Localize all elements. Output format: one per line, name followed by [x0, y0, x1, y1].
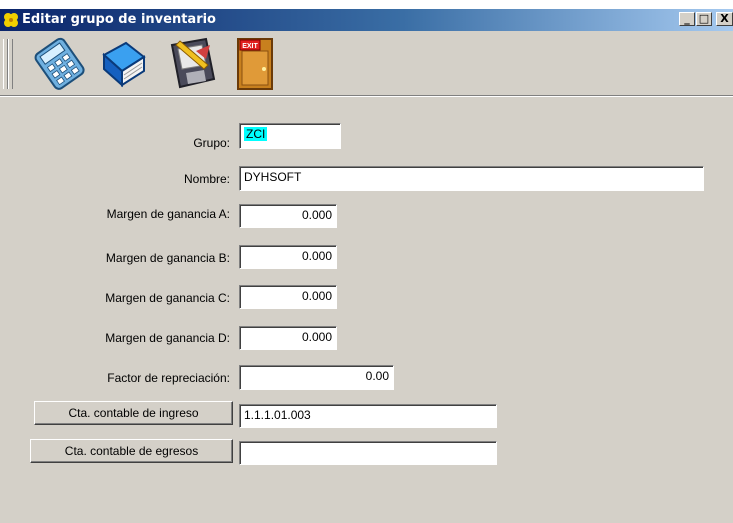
cta-ingreso-button[interactable]: Cta. contable de ingreso [34, 401, 233, 425]
nombre-field[interactable]: DYHSOFT [239, 166, 704, 191]
save-button[interactable] [166, 35, 220, 91]
maximize-button[interactable]: □ [696, 12, 712, 26]
margen-b-field[interactable]: 0.000 [239, 245, 337, 269]
margen-d-label: Margen de ganancia D: [105, 331, 230, 345]
minimize-button[interactable]: _ [679, 12, 695, 26]
toolbar-grip-secondary[interactable] [8, 39, 13, 89]
cta-egresos-field[interactable] [239, 441, 497, 465]
factor-field[interactable]: 0.00 [239, 365, 394, 390]
cta-ingreso-field[interactable]: 1.1.1.01.003 [239, 404, 497, 428]
margen-a-label: Margen de ganancia A: [106, 207, 230, 221]
clover-app-icon [2, 11, 20, 29]
margen-d-field[interactable]: 0.000 [239, 326, 337, 350]
book-button[interactable] [96, 35, 150, 91]
margen-a-field[interactable]: 0.000 [239, 204, 337, 228]
book-icon [102, 41, 146, 88]
calculator-button[interactable] [32, 35, 86, 91]
window-title: Editar grupo de inventario [22, 12, 216, 27]
exit-sign-text: EXIT [242, 43, 258, 50]
factor-label: Factor de repreciación: [107, 371, 230, 385]
save-disk-icon [170, 37, 216, 89]
close-button[interactable]: X [716, 12, 733, 26]
calculator-icon [34, 37, 85, 90]
grupo-value: ZCI [244, 127, 268, 141]
cta-egresos-button[interactable]: Cta. contable de egresos [30, 439, 233, 463]
margen-b-label: Margen de ganancia B: [105, 251, 230, 265]
exit-door-icon: EXIT [237, 38, 273, 90]
grupo-field[interactable]: ZCI [239, 123, 341, 149]
edit-inventory-group-window: Editar grupo de inventario _ □ X EXIT Gr… [0, 9, 733, 523]
margen-c-field[interactable]: 0.000 [239, 285, 337, 309]
nombre-label: Nombre: [183, 172, 230, 186]
title-bar[interactable]: Editar grupo de inventario _ □ X [0, 9, 733, 31]
toolbar: EXIT [0, 31, 733, 96]
margen-c-label: Margen de ganancia C: [105, 291, 230, 305]
grupo-label: Grupo: [193, 136, 230, 150]
exit-button[interactable]: EXIT [228, 35, 282, 91]
